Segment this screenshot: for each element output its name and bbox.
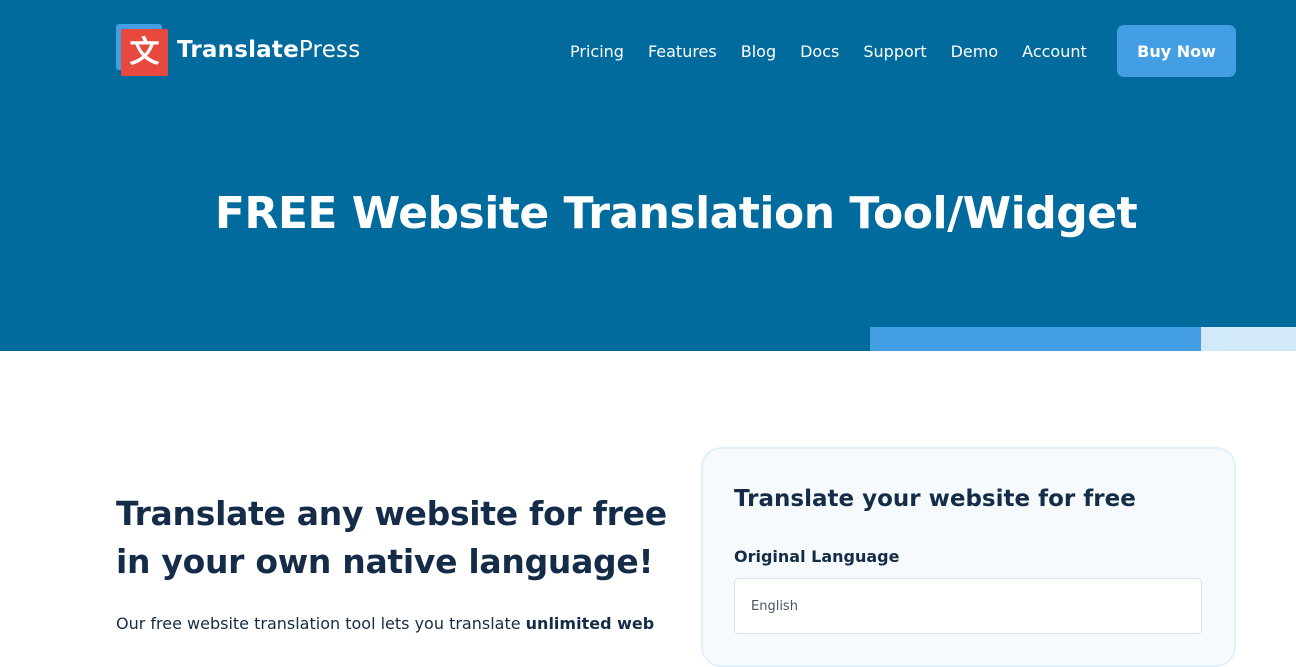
intro-description: Our free website translation tool lets y… bbox=[116, 612, 676, 636]
nav-item-docs[interactable]: Docs bbox=[800, 42, 839, 61]
intro-heading: Translate any website for free in your o… bbox=[116, 494, 667, 581]
buy-now-button[interactable]: Buy Now bbox=[1117, 25, 1236, 77]
nav-item-support[interactable]: Support bbox=[863, 42, 926, 61]
nav-item-demo[interactable]: Demo bbox=[951, 42, 999, 61]
nav-item-account[interactable]: Account bbox=[1022, 42, 1087, 61]
intro-description-bold: unlimited web bbox=[525, 614, 655, 633]
hero-accent-bar-light bbox=[1201, 327, 1296, 351]
nav-item-features[interactable]: Features bbox=[648, 42, 717, 61]
nav-item-blog[interactable]: Blog bbox=[741, 42, 776, 61]
original-language-label: Original Language bbox=[734, 547, 900, 566]
logo-front-square: 文 bbox=[121, 29, 168, 76]
translate-logo-icon: 文 bbox=[116, 24, 168, 76]
translate-tool-title: Translate your website for free bbox=[734, 486, 1136, 512]
main-nav: Pricing Features Blog Docs Support Demo … bbox=[570, 40, 1087, 62]
original-language-value: English bbox=[751, 598, 798, 614]
page-title: FREE Website Translation Tool/Widget bbox=[214, 188, 1138, 239]
logo-wordmark-regular: Press bbox=[298, 37, 361, 63]
intro-description-text: Our free website translation tool lets y… bbox=[116, 614, 526, 633]
nav-item-pricing[interactable]: Pricing bbox=[570, 42, 624, 61]
logo-glyph: 文 bbox=[129, 34, 160, 70]
logo-wordmark: TranslatePress bbox=[177, 37, 360, 63]
hero-accent-bar bbox=[870, 327, 1201, 351]
original-language-select[interactable]: English bbox=[734, 578, 1202, 634]
logo-wordmark-bold: Translate bbox=[177, 37, 299, 63]
site-logo[interactable]: 文 TranslatePress bbox=[116, 24, 360, 76]
